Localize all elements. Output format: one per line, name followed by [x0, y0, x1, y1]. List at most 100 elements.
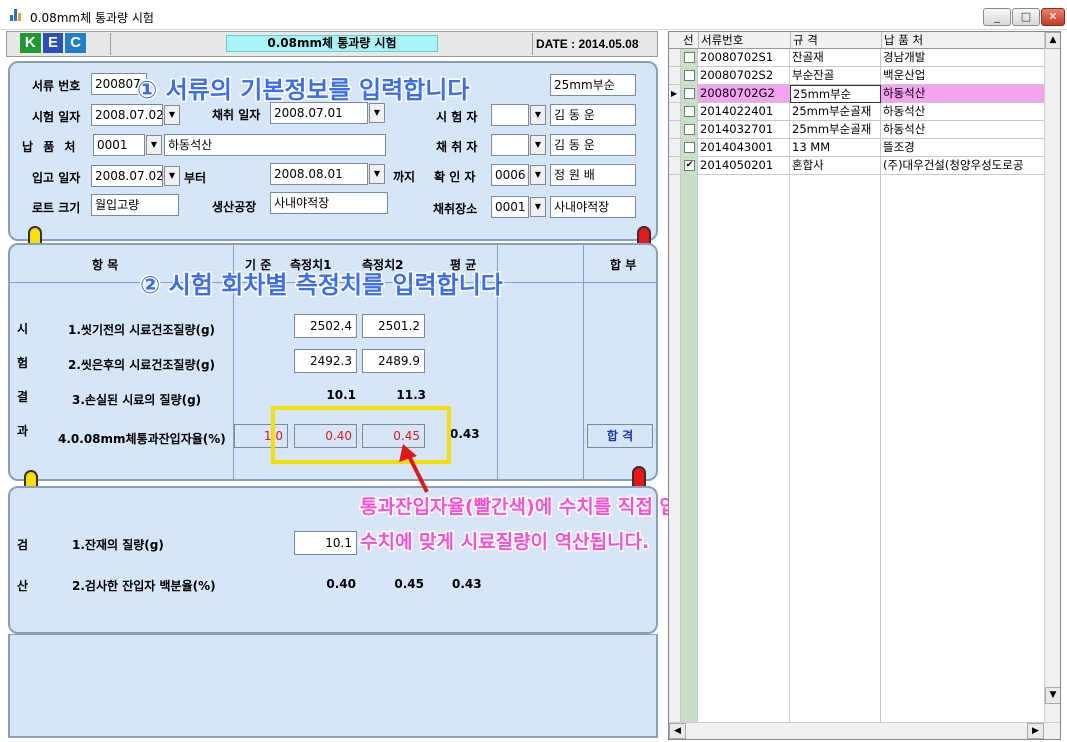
tester-label: 시 험 자: [436, 110, 478, 124]
to-suffix: 까지: [393, 170, 416, 184]
tester-name-field[interactable]: 김 동 운: [550, 104, 636, 126]
inbound-to-field[interactable]: 2008.08.01: [270, 163, 368, 185]
kec-logo: K E C: [20, 33, 87, 53]
plant-field[interactable]: 사내야적장: [270, 192, 388, 214]
plant-label: 생산공장: [212, 200, 257, 214]
grid-cell-spec: 부순잔골: [790, 67, 881, 85]
close-button[interactable]: ✕: [1041, 8, 1065, 26]
row2-m2-input[interactable]: 2489.9: [362, 349, 425, 373]
inbound-from-dropdown-icon[interactable]: ▼: [164, 166, 180, 186]
bottom-panel: [8, 634, 658, 738]
grid-cell-doc-no: 20080702S1: [698, 49, 790, 67]
test-date-dropdown-icon[interactable]: ▼: [164, 105, 180, 125]
minimize-button[interactable]: _: [983, 8, 1011, 26]
grid-cell-doc-no: 2014032701: [698, 121, 790, 139]
row1-m1-input[interactable]: 2502.4: [294, 314, 357, 338]
collector-label: 채 취 자: [436, 140, 478, 154]
annotation-reverse-calc-line2: 수치에 맞게 시료질량이 역산됩니다.: [358, 530, 650, 555]
date-display: DATE : 2014.05.08: [532, 33, 658, 55]
inbound-to-dropdown-icon[interactable]: ▼: [369, 164, 385, 184]
form-title: 0.08mm체 통과량 시험: [226, 35, 438, 52]
supplier-dropdown-icon[interactable]: ▼: [146, 135, 162, 155]
header-supplier[interactable]: 납 품 처: [881, 32, 1044, 49]
place-code-field[interactable]: 0001: [491, 196, 529, 218]
side-label: 산: [17, 579, 29, 593]
grid-row[interactable]: 2014043001 13 MM 뜰조경: [669, 139, 1044, 157]
scroll-up-icon[interactable]: ▲: [1045, 32, 1060, 49]
spec-field[interactable]: 25mm부순: [550, 74, 636, 96]
row-indicator-icon: [669, 139, 681, 157]
confirmer-label: 확 인 자: [434, 170, 476, 184]
confirmer-dropdown-icon[interactable]: ▼: [530, 165, 546, 185]
place-label: 채취장소: [433, 202, 478, 216]
grid-row[interactable]: 20080702S2 부순잔골 백운산업: [669, 67, 1044, 85]
verify-m1-input[interactable]: 10.1: [294, 531, 357, 555]
horizontal-scrollbar[interactable]: ◀ ▶: [669, 722, 1060, 739]
row-label: 3.손실된 시료의 질량(g): [72, 393, 202, 407]
header-select[interactable]: 선: [681, 32, 698, 49]
grid-cell-supplier: 하동석산: [881, 121, 1044, 139]
grid-cell-doc-no: 20080702G2: [698, 85, 790, 103]
row-checkbox[interactable]: [684, 88, 695, 99]
row-checkbox[interactable]: [684, 142, 695, 153]
tester-code-field[interactable]: [491, 104, 529, 126]
logo-letter-c: C: [65, 33, 87, 53]
row-checkbox[interactable]: [684, 70, 695, 81]
confirmer-code-field[interactable]: 0006: [491, 164, 529, 186]
row-checkbox[interactable]: [684, 52, 695, 63]
pass-status-badge: 합 격: [587, 424, 653, 448]
header-spec[interactable]: 규 격: [790, 32, 881, 49]
row-checkbox[interactable]: [684, 124, 695, 135]
verify-avg-value: 0.43: [452, 577, 482, 591]
grid-cell-doc-no: 20080702S2: [698, 67, 790, 85]
row-checkbox[interactable]: ✔: [684, 160, 695, 171]
lot-field[interactable]: 월입고량: [91, 194, 179, 216]
doc-no-label: 서류 번호: [32, 79, 81, 93]
grid-cell-supplier: 경남개발: [881, 49, 1044, 67]
row2-m1-input[interactable]: 2492.3: [294, 349, 357, 373]
from-suffix: 부터: [184, 171, 207, 185]
collector-name-field[interactable]: 김 동 운: [550, 134, 636, 156]
grid-cell-doc-no: 2014022401: [698, 103, 790, 121]
grid-cell-supplier: 뜰조경: [881, 139, 1044, 157]
tester-dropdown-icon[interactable]: ▼: [530, 105, 546, 125]
header-doc-no[interactable]: 서류번호: [698, 32, 790, 49]
row-indicator-icon: [669, 67, 681, 85]
scroll-left-icon[interactable]: ◀: [669, 723, 686, 739]
grid-row[interactable]: 2014032701 25mm부순골재 하동석산: [669, 121, 1044, 139]
row1-m2-input[interactable]: 2501.2: [362, 314, 425, 338]
maximize-button[interactable]: □: [1012, 8, 1040, 26]
grid-row[interactable]: ✔ 2014050201 혼합사 (주)대우건설(청양우성도로공: [669, 157, 1044, 175]
sample-date-dropdown-icon[interactable]: ▼: [369, 103, 385, 123]
place-dropdown-icon[interactable]: ▼: [530, 197, 546, 217]
confirmer-name-field[interactable]: 정 원 배: [550, 164, 636, 186]
grid-row[interactable]: 2014022401 25mm부순골재 하동석산: [669, 103, 1044, 121]
supplier-code-field[interactable]: 0001: [93, 134, 145, 156]
place-name-field[interactable]: 사내야적장: [550, 196, 636, 218]
collector-dropdown-icon[interactable]: ▼: [530, 135, 546, 155]
row-label: 2.씻은후의 시료건조질량(g): [68, 358, 216, 372]
side-label: 검: [17, 538, 29, 552]
grid-cell-doc-no: 2014043001: [698, 139, 790, 157]
window-title: 0.08mm체 통과량 시험: [30, 11, 154, 25]
test-date-field[interactable]: 2008.07.02: [91, 104, 163, 126]
grid-row[interactable]: ▶ 20080702G2 25mm부순 하동석산: [669, 85, 1044, 103]
row-label: 4.0.08mm체통과잔입자율(%): [58, 432, 226, 446]
chart-app-icon: [10, 9, 24, 21]
vertical-scrollbar[interactable]: ▲ ▼: [1044, 32, 1060, 722]
collector-code-field[interactable]: [491, 134, 529, 156]
inbound-from-field[interactable]: 2008.07.02: [91, 165, 163, 187]
sample-date-field[interactable]: 2008.07.01: [270, 102, 368, 124]
row-checkbox[interactable]: [684, 106, 695, 117]
grid-cell-supplier: 백운산업: [881, 67, 1044, 85]
side-label: 험: [17, 356, 29, 370]
grid-row[interactable]: 20080702S1 잔골재 경남개발: [669, 49, 1044, 67]
document-grid[interactable]: 선 서류번호 규 격 납 품 처 20080702S1 잔골재 경남개발 200807…: [668, 31, 1061, 740]
grid-cell-spec: 25mm부순: [790, 85, 881, 103]
scroll-right-icon[interactable]: ▶: [1027, 723, 1044, 739]
logo-letter-k: K: [20, 33, 41, 53]
supplier-name-field[interactable]: 하동석산: [164, 134, 386, 156]
verify-m1-value: 0.40: [326, 577, 356, 591]
grid-cell-supplier: 하동석산: [881, 85, 1044, 103]
scroll-down-icon[interactable]: ▼: [1045, 687, 1060, 704]
